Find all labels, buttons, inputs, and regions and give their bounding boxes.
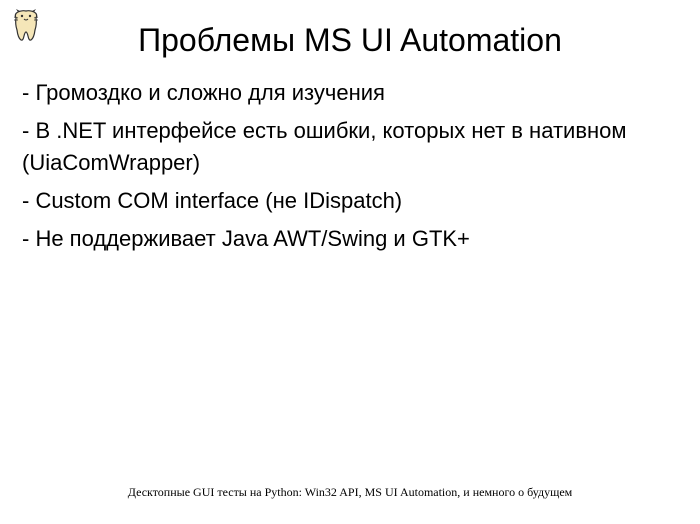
slide-title: Проблемы MS UI Automation xyxy=(0,22,700,59)
slide-content: - Громоздко и сложно для изучения - В .N… xyxy=(0,77,700,254)
bullet-item: - Не поддерживает Java AWT/Swing и GTK+ xyxy=(22,223,680,255)
bullet-item: - Custom COM interface (не IDispatch) xyxy=(22,185,680,217)
slide-footer: Десктопные GUI тесты на Python: Win32 AP… xyxy=(0,485,700,500)
bullet-item: - Громоздко и сложно для изучения xyxy=(22,77,680,109)
tooth-cat-logo-icon xyxy=(10,8,42,44)
bullet-item: - В .NET интерфейсе есть ошибки, которых… xyxy=(22,115,680,179)
slide-container: Проблемы MS UI Automation - Громоздко и … xyxy=(0,0,700,524)
